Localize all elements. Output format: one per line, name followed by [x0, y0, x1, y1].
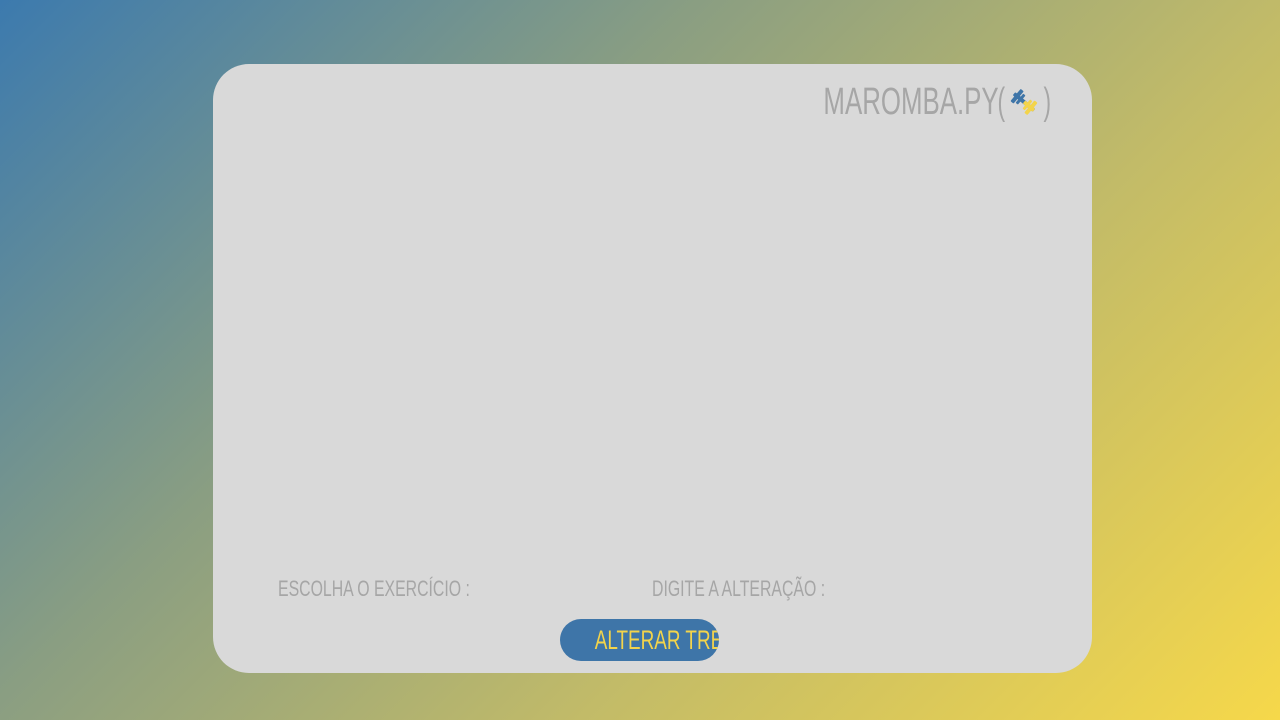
change-workout-button[interactable]: ALTERAR TREINO	[560, 619, 719, 661]
brand-close-paren: )	[1043, 81, 1052, 123]
brand-open-paren: (	[997, 81, 1005, 123]
brand-logo: MAROMBA.PY ( )	[741, 80, 1054, 124]
brand-title: MAROMBA.PY	[823, 81, 999, 123]
change-label: DIGITE A ALTERAÇÃO :	[652, 576, 826, 601]
change-workout-button-label: ALTERAR TREINO	[594, 625, 719, 655]
main-card: MAROMBA.PY ( ) ESCOLHA O EXERCÍCIO : DIG…	[213, 64, 1092, 673]
dumbbell-icon	[1007, 85, 1041, 119]
exercise-label: ESCOLHA O EXERCÍCIO :	[278, 576, 470, 601]
